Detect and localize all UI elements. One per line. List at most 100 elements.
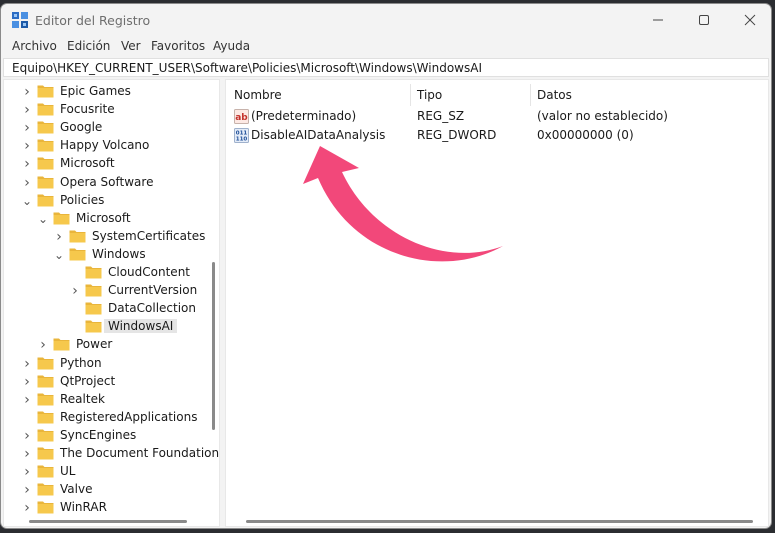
chevron-right-icon[interactable]: ›	[22, 375, 32, 389]
chevron-right-icon[interactable]: ›	[22, 447, 32, 461]
tree-item[interactable]: DataCollection	[4, 300, 209, 318]
menu-edicion[interactable]: Edición	[67, 39, 110, 53]
tree-item-label: UL	[60, 464, 76, 479]
tree-item[interactable]: › Opera Software	[4, 174, 209, 192]
chevron-right-icon[interactable]: ›	[22, 103, 32, 117]
values-list-pane[interactable]: Nombre Tipo Datos ab (Predeterminado) RE…	[225, 79, 769, 527]
menu-ayuda[interactable]: Ayuda	[213, 39, 250, 53]
tree-item[interactable]: ⌄ Policies	[4, 192, 209, 210]
string-value-icon: ab	[234, 109, 249, 124]
maximize-button[interactable]	[681, 4, 727, 36]
tree-item[interactable]: › Happy Volcano	[4, 137, 209, 155]
chevron-right-icon[interactable]: ›	[70, 284, 80, 298]
tree-item[interactable]: CloudContent	[4, 264, 209, 282]
column-divider[interactable]	[410, 84, 411, 106]
value-row[interactable]: 011 110 DisableAIDataAnalysis REG_DWORD …	[226, 127, 766, 145]
folder-icon	[37, 85, 54, 98]
value-type: REG_DWORD	[417, 128, 497, 142]
menu-archivo[interactable]: Archivo	[12, 39, 57, 53]
tree-item-label: QtProject	[60, 373, 116, 388]
chevron-down-icon[interactable]: ⌄	[38, 213, 48, 225]
tree-item[interactable]: › Focusrite	[4, 101, 209, 119]
folder-icon	[37, 429, 54, 442]
folder-icon	[37, 157, 54, 170]
tree-vertical-scrollbar[interactable]	[212, 262, 215, 430]
address-bar[interactable]: Equipo\HKEY_CURRENT_USER\Software\Polici…	[3, 58, 769, 77]
tree-item[interactable]: › Google	[4, 119, 209, 137]
menu-favoritos[interactable]: Favoritos	[151, 39, 205, 53]
folder-icon	[69, 230, 86, 243]
tree-item-label: Google	[60, 120, 103, 135]
column-header-data[interactable]: Datos	[537, 88, 572, 102]
folder-icon	[37, 465, 54, 478]
tree-item-label: RegisteredApplications	[60, 409, 198, 424]
tree-item[interactable]: › Realtek	[4, 391, 209, 409]
title-bar[interactable]: Editor del Registro	[1, 4, 771, 36]
maximize-icon	[699, 15, 709, 25]
folder-icon	[85, 302, 102, 315]
tree-item[interactable]: › SyncEngines	[4, 427, 209, 445]
tree-item-label: DataCollection	[108, 301, 197, 316]
chevron-right-icon[interactable]: ›	[22, 357, 32, 371]
address-path[interactable]: Equipo\HKEY_CURRENT_USER\Software\Polici…	[12, 61, 482, 75]
column-header-name[interactable]: Nombre	[234, 88, 282, 102]
chevron-right-icon[interactable]: ›	[22, 393, 32, 407]
close-icon	[744, 14, 756, 26]
tree-item[interactable]: RegisteredApplications	[4, 409, 209, 427]
folder-icon	[37, 103, 54, 116]
tree-item[interactable]: › Epic Games	[4, 83, 209, 101]
tree-item[interactable]: › WinRAR	[4, 499, 209, 517]
chevron-right-icon[interactable]: ›	[22, 139, 32, 153]
tree-item[interactable]: › CurrentVersion	[4, 282, 209, 300]
chevron-right-icon[interactable]: ›	[22, 465, 32, 479]
value-data: (valor no establecido)	[537, 109, 668, 123]
tree-item[interactable]: › QtProject	[4, 373, 209, 391]
chevron-right-icon[interactable]: ›	[22, 176, 32, 190]
tree-item[interactable]: ⌄ Windows	[4, 246, 209, 264]
key-tree-pane[interactable]: › Epic Games › Focusrite › Google › Happy Volca…	[3, 79, 220, 527]
tree-item-label: Windows	[92, 246, 146, 261]
chevron-right-icon[interactable]: ›	[22, 85, 32, 99]
tree-item[interactable]: › The Document Foundation	[4, 445, 219, 463]
chevron-right-icon[interactable]: ›	[22, 501, 32, 515]
menu-ver[interactable]: Ver	[121, 39, 141, 53]
chevron-right-icon[interactable]: ›	[22, 429, 32, 443]
tree-item-label: SyncEngines	[60, 427, 137, 442]
column-header-type[interactable]: Tipo	[417, 88, 442, 102]
tree-item[interactable]: › Microsoft	[4, 155, 209, 173]
folder-icon	[37, 411, 54, 424]
chevron-down-icon[interactable]: ⌄	[54, 249, 64, 261]
tree-item-label: SystemCertificates	[92, 228, 206, 243]
folder-icon	[85, 284, 102, 297]
tree-item[interactable]: › SystemCertificates	[4, 228, 209, 246]
svg-text:ab: ab	[235, 113, 248, 123]
registry-editor-window: Editor del Registro Archivo Edición Ver …	[0, 3, 772, 529]
column-divider[interactable]	[530, 84, 531, 106]
tree-item-label: Microsoft	[60, 156, 115, 171]
chevron-right-icon[interactable]: ›	[22, 121, 32, 135]
tree-item[interactable]: › Valve	[4, 481, 209, 499]
chevron-right-icon[interactable]: ›	[38, 338, 48, 352]
tree-horizontal-scrollbar[interactable]	[29, 520, 187, 523]
chevron-right-icon[interactable]: ›	[22, 157, 32, 171]
value-row[interactable]: ab (Predeterminado) REG_SZ (valor no est…	[226, 108, 766, 126]
folder-icon	[37, 447, 54, 460]
tree-item[interactable]: › UL	[4, 463, 209, 481]
chevron-right-icon[interactable]: ›	[54, 230, 64, 244]
folder-icon	[37, 194, 54, 207]
chevron-right-icon[interactable]: ›	[22, 483, 32, 497]
tree-item-label: Focusrite	[60, 102, 115, 117]
binary-value-icon: 011 110	[234, 128, 249, 143]
minimize-button[interactable]	[635, 4, 681, 36]
tree-item[interactable]: › Power	[4, 336, 209, 354]
folder-icon	[69, 248, 86, 261]
close-button[interactable]	[727, 4, 771, 36]
tree-item[interactable]: ⌄ Microsoft	[4, 210, 209, 228]
value-name: (Predeterminado)	[251, 109, 357, 123]
tree-item-label: Python	[60, 355, 102, 370]
tree-item[interactable]: › Python	[4, 355, 209, 373]
tree-item-label: The Document Foundation	[60, 446, 220, 460]
list-horizontal-scrollbar[interactable]	[246, 520, 753, 523]
tree-item[interactable]: WindowsAI	[4, 318, 209, 336]
chevron-down-icon[interactable]: ⌄	[22, 195, 32, 207]
